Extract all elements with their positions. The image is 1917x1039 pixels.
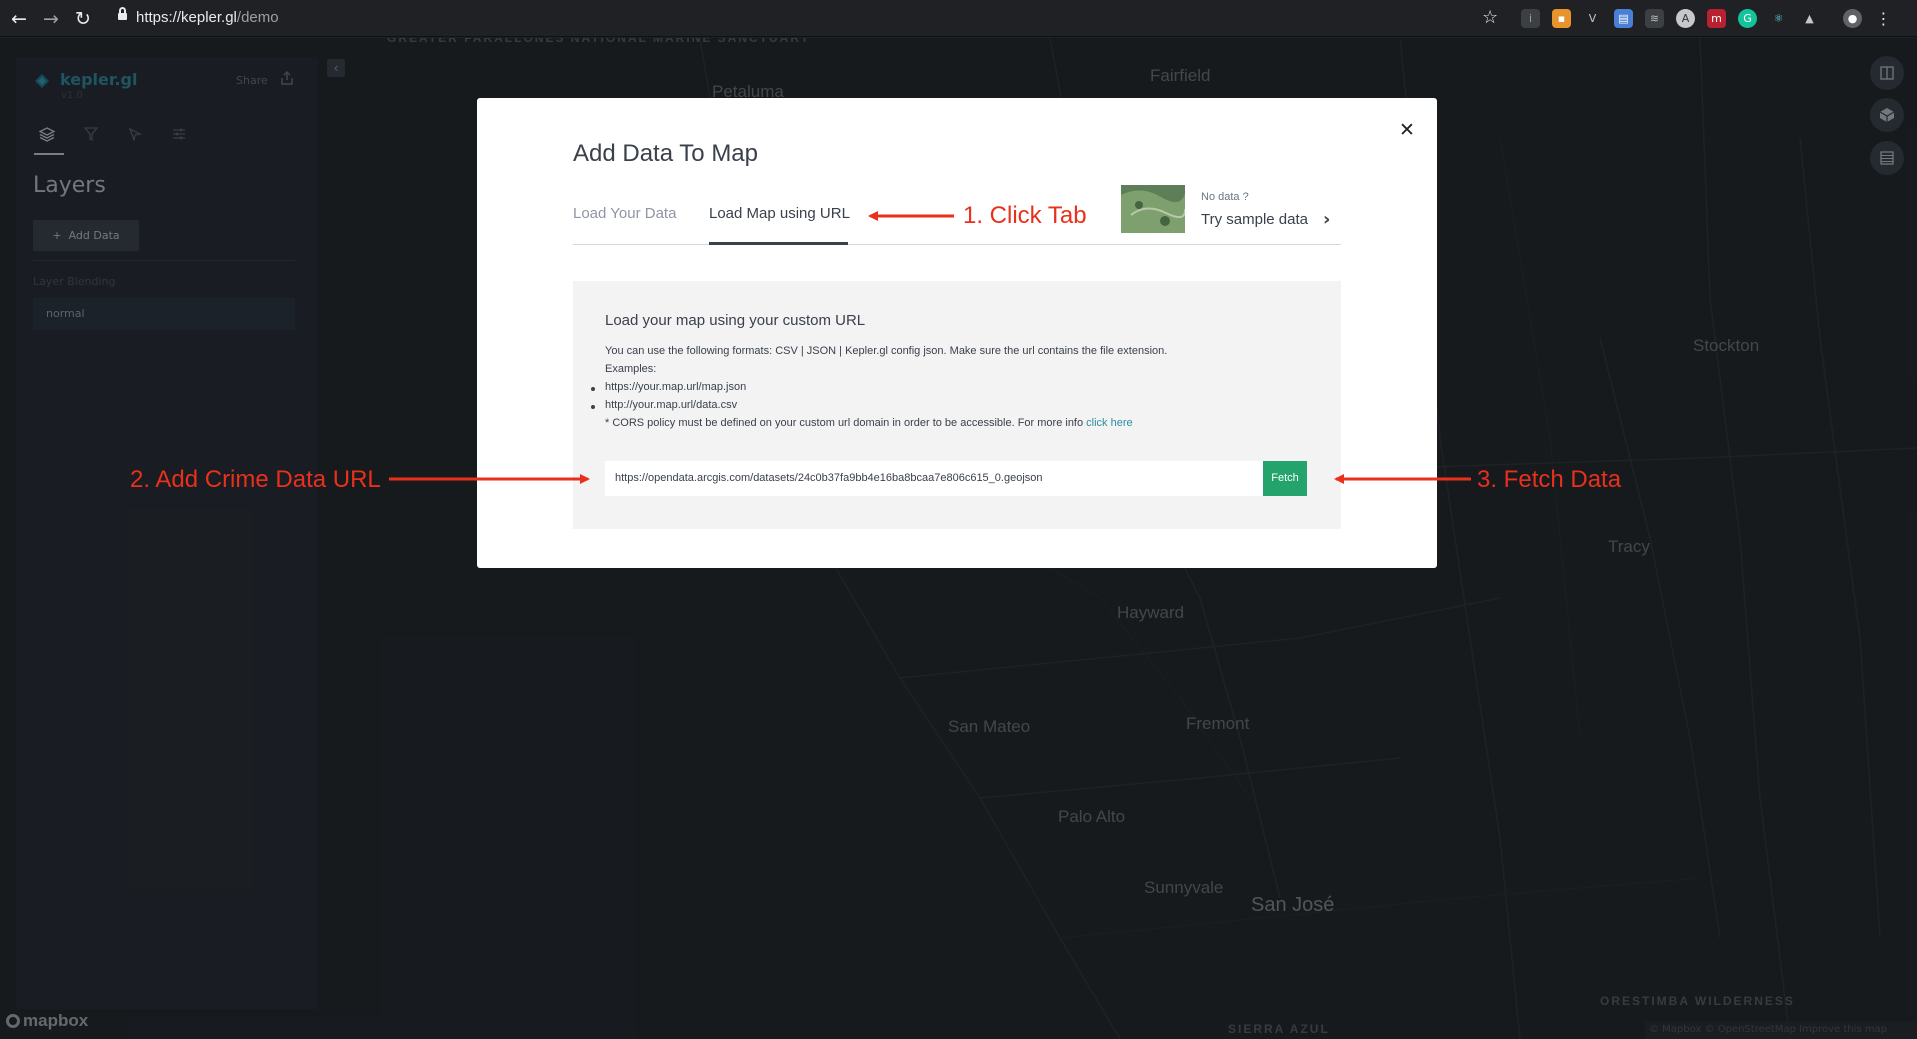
annotation-step2: 2. Add Crime Data URL <box>130 466 381 493</box>
annotation-step3: 3. Fetch Data <box>1477 466 1622 493</box>
annotation-arrows <box>389 211 1471 484</box>
annotation-step1: 1. Click Tab <box>963 202 1087 229</box>
